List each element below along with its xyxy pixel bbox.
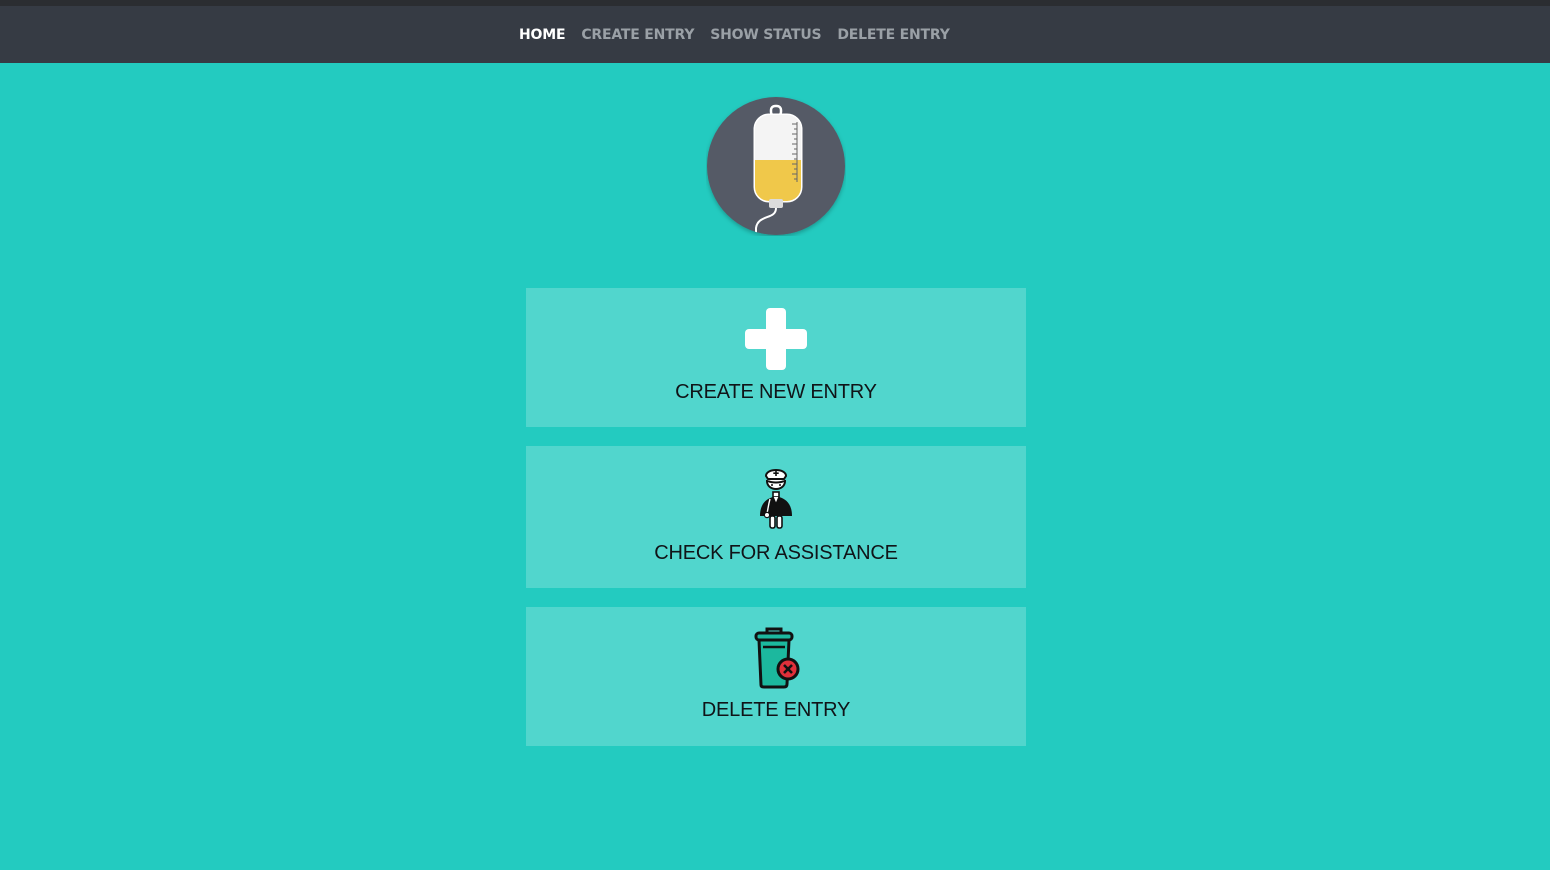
iv-drip-bag-icon	[707, 97, 845, 235]
nav-delete-entry[interactable]: DELETE ENTRY	[837, 27, 949, 43]
nav-menu: HOME CREATE ENTRY SHOW STATUS DELETE ENT…	[519, 6, 950, 63]
plus-icon	[745, 308, 807, 370]
create-new-entry-label: CREATE NEW ENTRY	[675, 381, 877, 403]
create-new-entry-card[interactable]: CREATE NEW ENTRY	[526, 288, 1026, 427]
top-navbar: HOME CREATE ENTRY SHOW STATUS DELETE ENT…	[0, 6, 1550, 63]
app-logo	[706, 96, 846, 236]
check-for-assistance-label: CHECK FOR ASSISTANCE	[654, 542, 898, 564]
nurse-icon	[760, 469, 792, 529]
trash-delete-icon	[754, 627, 800, 689]
check-for-assistance-card[interactable]: CHECK FOR ASSISTANCE	[526, 446, 1026, 588]
delete-entry-label: DELETE ENTRY	[701, 699, 851, 721]
nav-show-status[interactable]: SHOW STATUS	[710, 27, 821, 43]
delete-entry-card[interactable]: DELETE ENTRY	[526, 607, 1026, 746]
nav-create-entry[interactable]: CREATE ENTRY	[581, 27, 694, 43]
nav-home[interactable]: HOME	[519, 27, 566, 43]
